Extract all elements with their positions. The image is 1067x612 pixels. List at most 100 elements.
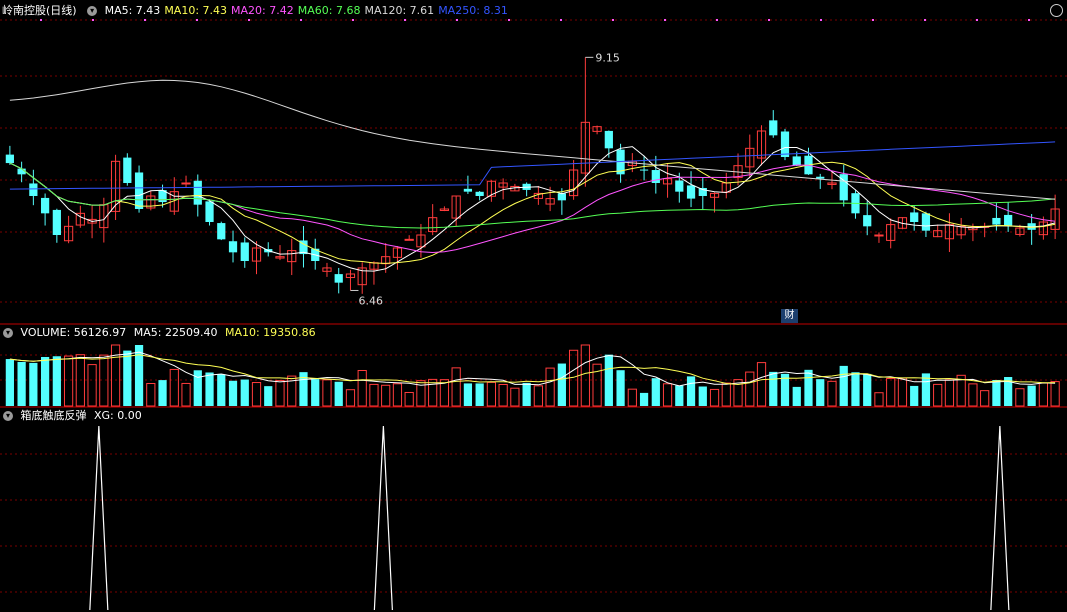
volume-bar-down — [205, 372, 214, 406]
volume-bar-up — [662, 383, 673, 407]
volume-bar-up — [1050, 381, 1060, 407]
candle-down — [769, 120, 778, 136]
volume-bar-up — [1015, 388, 1025, 407]
candle-up — [404, 238, 414, 241]
candle-down — [1004, 214, 1013, 226]
volume-bar-down — [40, 356, 50, 406]
top-marker — [300, 19, 302, 21]
candle-down — [134, 172, 144, 209]
volume-bar-up — [110, 344, 121, 407]
volume-bar-up — [146, 383, 156, 407]
volume-bar-down — [698, 386, 707, 406]
volume-bar-up — [322, 379, 332, 407]
volume-bar-up — [428, 378, 438, 407]
volume-bar-down — [616, 370, 625, 406]
top-marker — [352, 19, 354, 21]
volume-bar-down — [639, 392, 649, 406]
volume-bar-down — [334, 381, 343, 406]
volume-bar-down — [769, 371, 778, 406]
volume-bar-down — [5, 359, 14, 406]
volume-bar-up — [404, 391, 414, 407]
volume-bar-down — [604, 354, 613, 406]
top-marker — [664, 19, 666, 21]
candle-down — [675, 180, 684, 192]
volume-bar-down — [240, 379, 249, 406]
volume-bar-up — [980, 390, 990, 407]
top-marker — [820, 19, 822, 21]
volume-bar-down — [992, 379, 1001, 406]
volume-bar-up — [451, 367, 461, 407]
top-marker — [872, 19, 874, 21]
volume-bar-up — [709, 388, 720, 407]
ma20-line — [9, 162, 1056, 254]
candle-up — [181, 182, 191, 185]
kline-chart[interactable]: 9.15 6.46 — [0, 0, 1067, 612]
top-marker — [976, 19, 978, 21]
candle-down — [29, 183, 38, 196]
top-marker — [248, 19, 250, 21]
volume-bar-down — [816, 379, 825, 406]
volume-bar-down — [228, 380, 238, 406]
volume-bar-up — [345, 389, 356, 407]
top-marker — [196, 19, 198, 21]
signal-spike — [373, 425, 393, 611]
top-marker — [144, 19, 146, 21]
volume-bar-up — [827, 380, 837, 407]
ma10-line — [9, 161, 1056, 264]
volume-bar-down — [17, 361, 26, 406]
volume-bar-up — [874, 392, 884, 407]
volume-bar-up — [181, 382, 191, 407]
candle-down — [193, 180, 202, 205]
volume-bar-up — [87, 364, 97, 407]
volume-bar-up — [580, 344, 590, 407]
volume-bar-down — [522, 382, 531, 406]
candle-down — [475, 191, 484, 196]
volume-bar-up — [369, 383, 379, 407]
volume-bar-up — [933, 383, 943, 407]
volume-bar-up — [169, 368, 179, 407]
candle-down — [240, 242, 249, 261]
volume-bar-up — [510, 387, 520, 407]
volume-bar-down — [851, 372, 860, 406]
candle-down — [604, 130, 613, 149]
top-marker — [508, 19, 510, 21]
financial-report-badge[interactable]: 财 — [781, 309, 798, 323]
volume-bar-up — [886, 378, 896, 407]
volume-bar-down — [839, 365, 848, 406]
volume-bar-up — [392, 383, 403, 407]
volume-bar-down — [910, 385, 919, 406]
candle-down — [792, 156, 801, 166]
candle-up — [874, 234, 884, 237]
volume-bar-up — [498, 383, 508, 407]
volume-bar-up — [745, 371, 755, 407]
volume-bar-up — [721, 382, 731, 407]
volume-bar-down — [134, 345, 144, 406]
top-marker — [456, 19, 458, 21]
volume-bar-down — [217, 374, 226, 406]
top-marker — [768, 19, 770, 21]
volume-bar-down — [792, 386, 801, 406]
volume-bar-up — [99, 354, 109, 407]
candle-down — [40, 197, 50, 214]
volume-bar-up — [1038, 382, 1048, 407]
volume-bar-down — [123, 350, 132, 406]
volume-bar-up — [897, 377, 908, 407]
volume-bar-up — [627, 388, 637, 407]
top-marker — [924, 19, 926, 21]
top-marker — [40, 19, 42, 21]
candle-down — [217, 223, 226, 240]
volume-bar-down — [475, 383, 484, 406]
top-marker — [716, 19, 718, 21]
candle-down — [123, 157, 132, 183]
volume-bar-up — [533, 385, 543, 407]
top-marker — [92, 19, 94, 21]
candle-down — [780, 131, 790, 157]
candle-down — [557, 193, 566, 201]
volume-bar-down — [863, 373, 872, 406]
volume-bar-down — [463, 383, 473, 406]
volume-bar-up — [944, 379, 955, 407]
candle-down — [334, 274, 343, 283]
ma120-line — [9, 79, 1056, 200]
volume-bar-down — [557, 363, 566, 406]
candle-down — [863, 215, 872, 227]
